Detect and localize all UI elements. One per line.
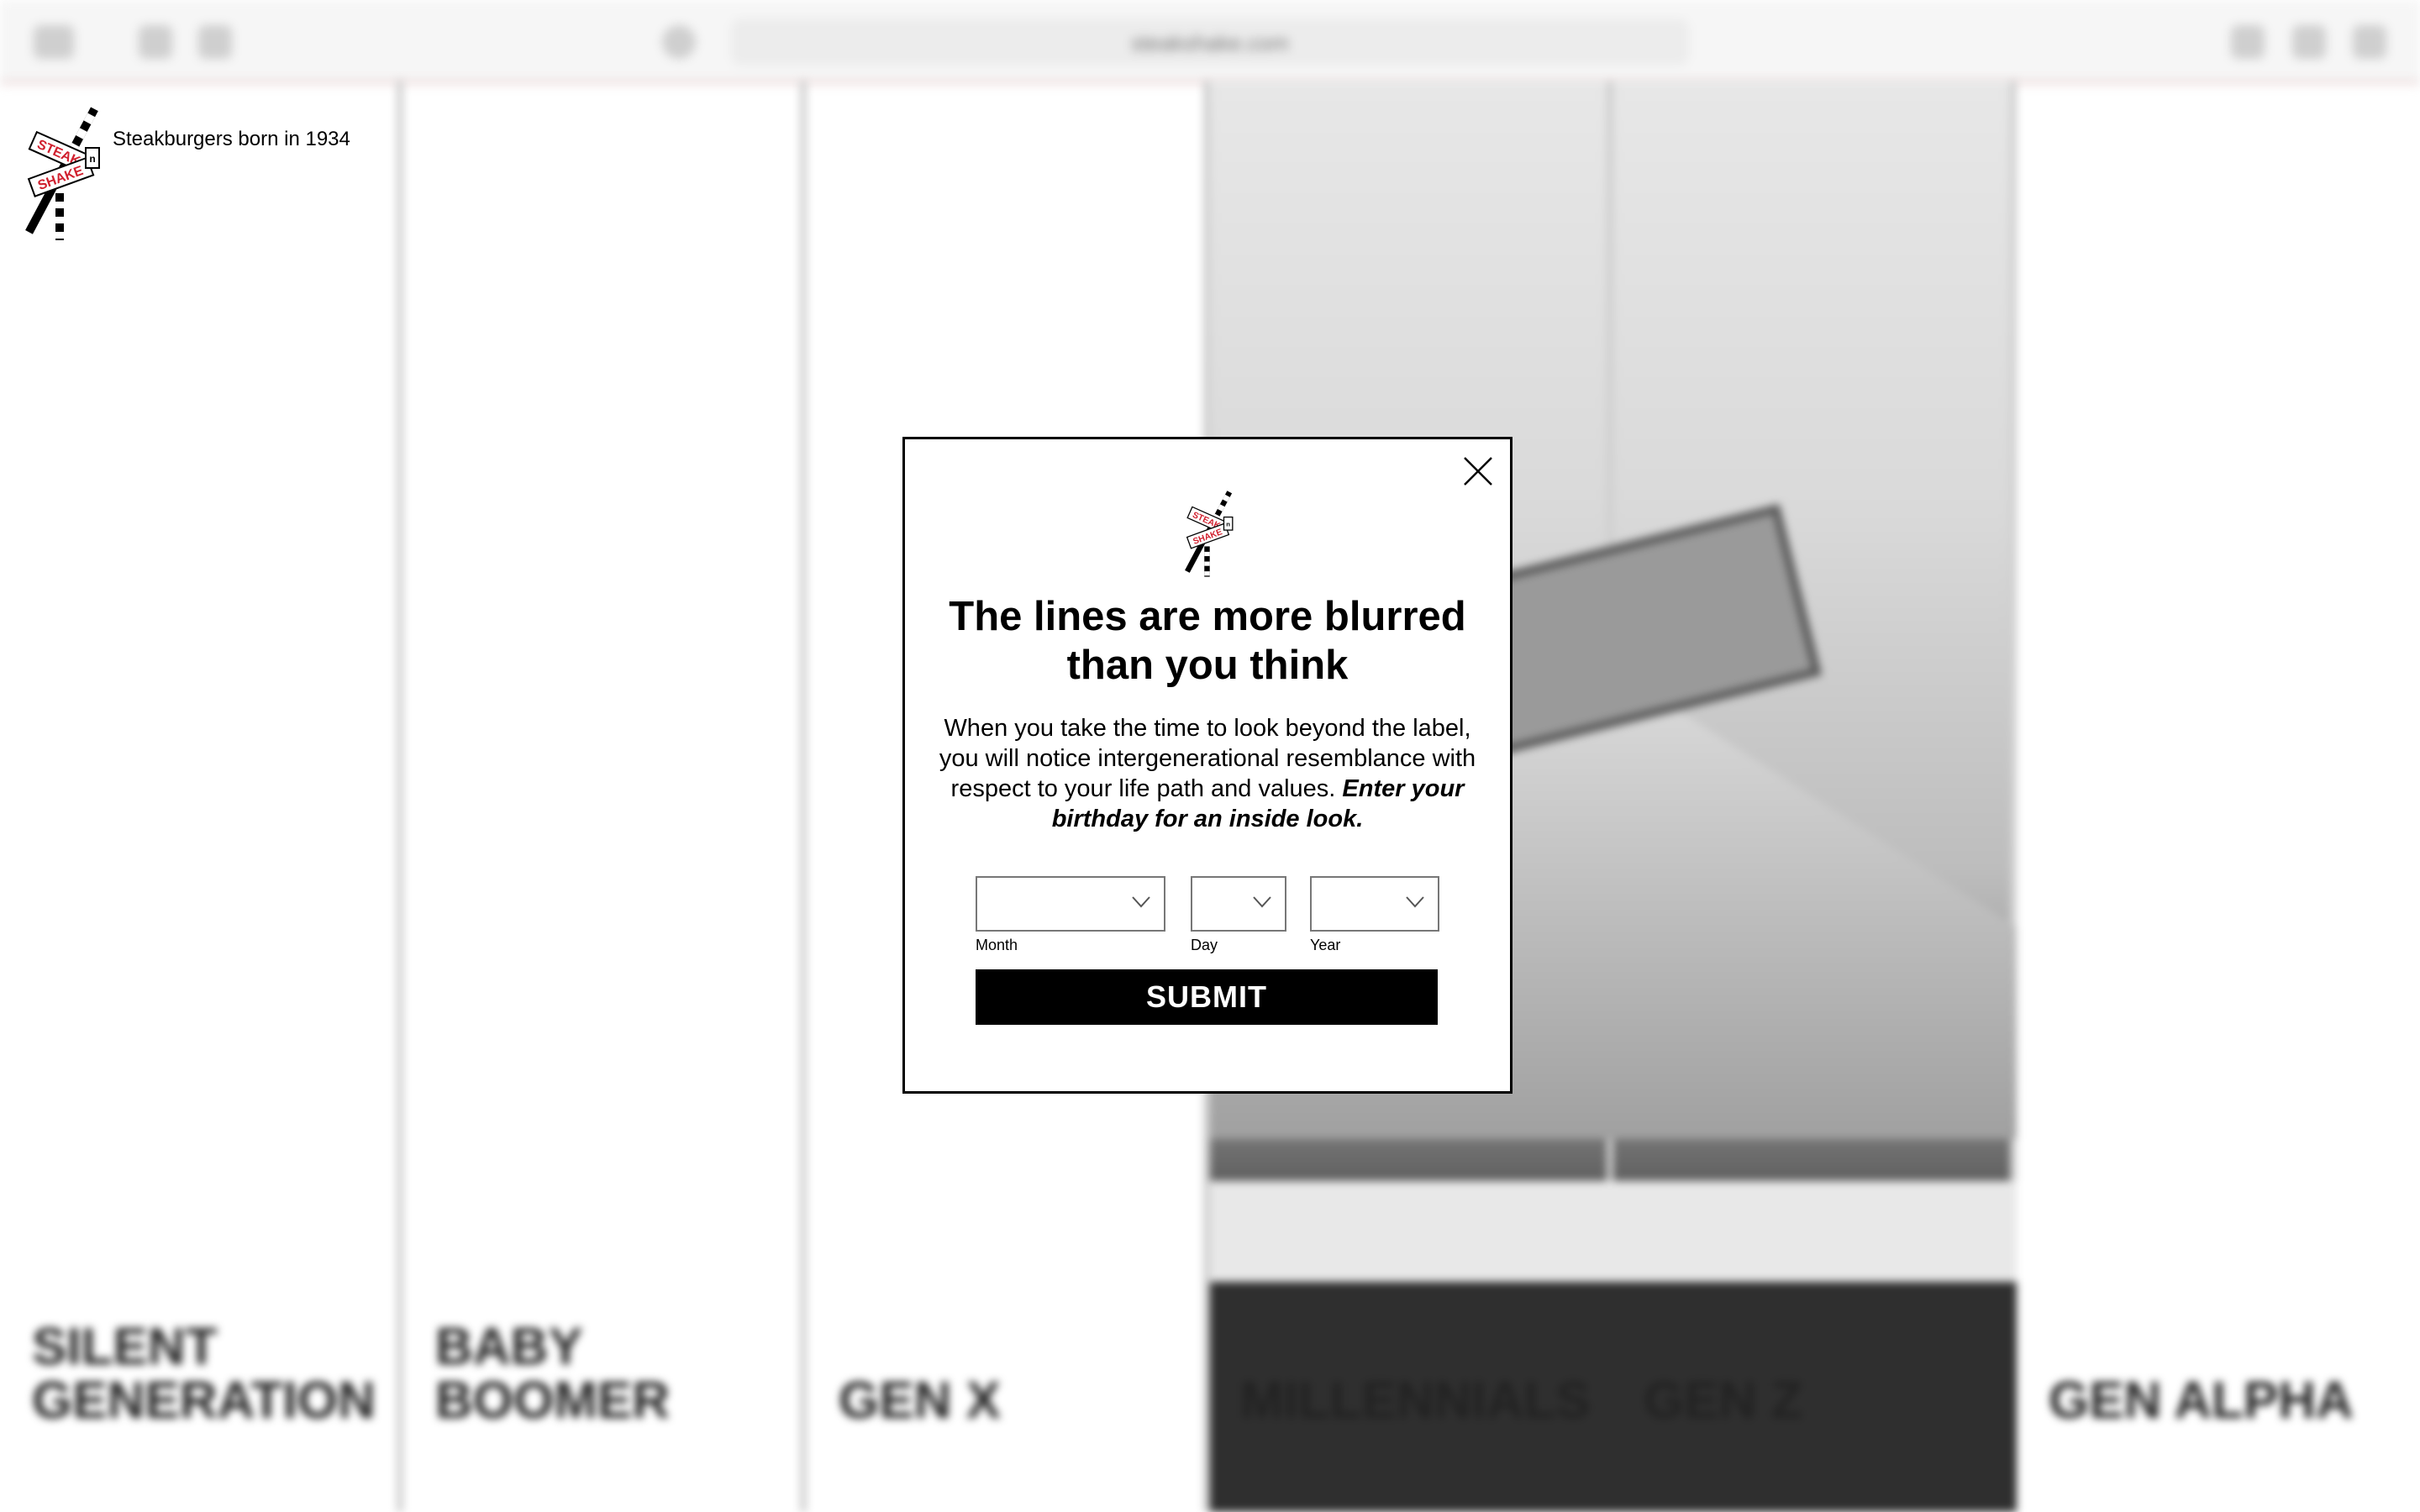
column-label: GEN ALPHA [2049, 1372, 2354, 1430]
privacy-icon[interactable] [662, 25, 696, 59]
column-label: BABY BOOMER [435, 1318, 670, 1430]
column-label: MILLENNIALS [1240, 1372, 1591, 1430]
column-gen-alpha[interactable]: GEN ALPHA [2017, 81, 2420, 1512]
day-label: Day [1191, 937, 1218, 953]
modal-description: When you take the time to look beyond th… [923, 713, 1491, 834]
chevron-down-icon [1253, 896, 1271, 908]
logo-text-n: n [1226, 521, 1230, 528]
modal-title: The lines are more blurred than you thin… [949, 594, 1466, 688]
year-select[interactable] [1310, 876, 1439, 932]
close-icon[interactable] [1461, 454, 1495, 488]
column-label: GEN X [839, 1372, 1001, 1430]
chevron-down-icon [1132, 896, 1150, 908]
browser-toolbar: steakshake.com [0, 0, 2420, 84]
forward-icon[interactable] [198, 25, 232, 59]
sidebar-toggle-icon[interactable] [34, 25, 74, 59]
birthday-modal: STEAK SHAKE n The lines are more blurred… [902, 437, 1512, 1094]
column-baby-boomer[interactable]: BABY BOOMER [403, 81, 807, 1512]
day-select[interactable] [1191, 876, 1286, 932]
month-label: Month [976, 937, 1018, 953]
chevron-down-icon [1406, 896, 1424, 908]
new-tab-icon[interactable] [2292, 25, 2326, 59]
address-bar-text: steakshake.com [1131, 30, 1289, 55]
share-icon[interactable] [2231, 25, 2265, 59]
steak-n-shake-logo[interactable]: STEAK SHAKE n [25, 101, 106, 240]
year-label: Year [1310, 937, 1341, 953]
birthday-selects: Month Day Year [976, 876, 1446, 960]
brand-header: STEAK SHAKE n Steakburgers born in 1934 [25, 101, 378, 244]
month-select[interactable] [976, 876, 1165, 932]
brand-tagline: Steakburgers born in 1934 [113, 128, 350, 150]
logo-text-n: n [89, 153, 95, 165]
column-label: SILENT GENERATION [32, 1318, 376, 1430]
modal-logo: STEAK SHAKE n [1185, 491, 1234, 577]
back-icon[interactable] [139, 25, 172, 59]
tab-overview-icon[interactable] [2353, 25, 2386, 59]
submit-button[interactable]: SUBMIT [976, 969, 1438, 1025]
column-label: GEN Z [1644, 1372, 1803, 1430]
restaurant-photo-banner [1210, 1181, 2017, 1282]
column-silent-generation[interactable]: SILENT GENERATION [0, 81, 403, 1512]
address-bar[interactable]: steakshake.com [731, 18, 1689, 66]
